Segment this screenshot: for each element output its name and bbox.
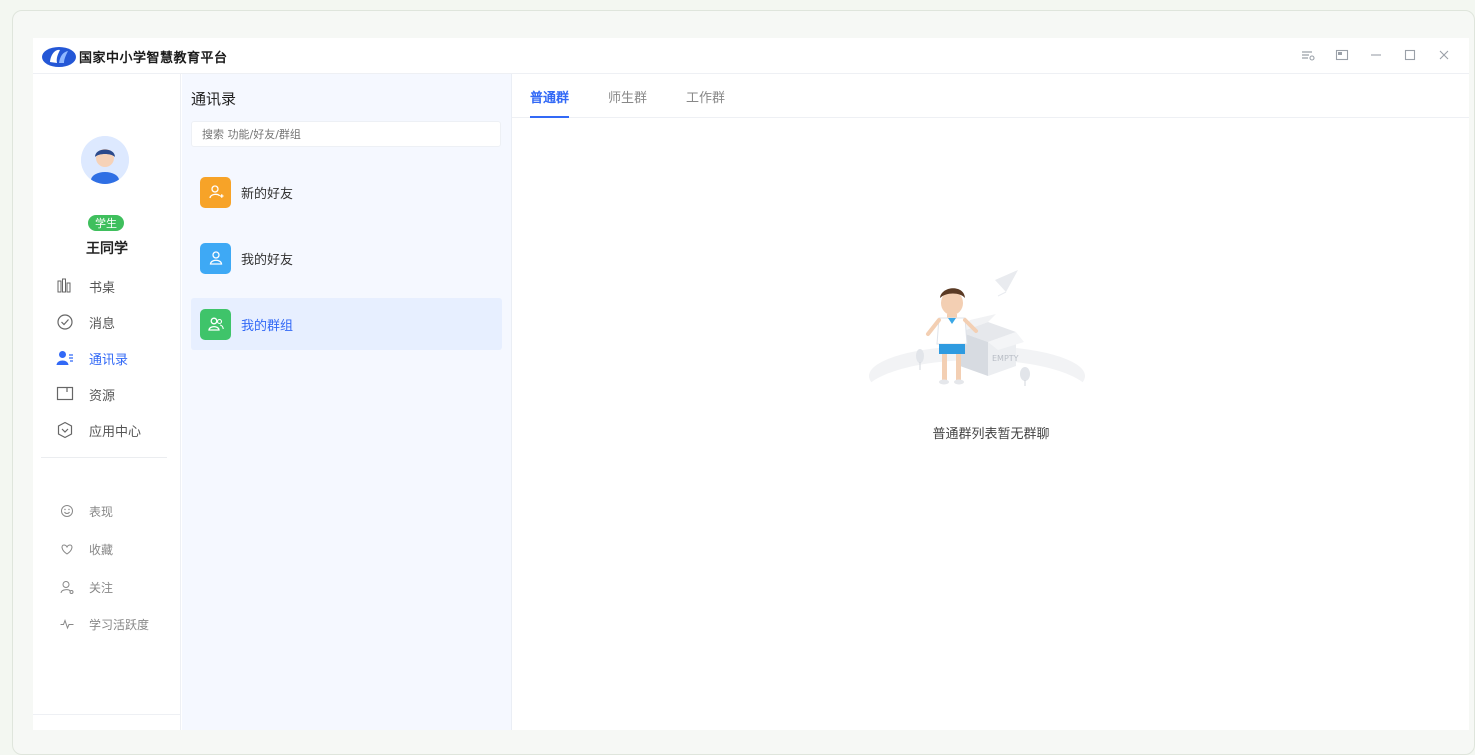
maximize-icon[interactable] [1401, 46, 1419, 64]
nav-label-activity: 学习活跃度 [89, 617, 150, 632]
empty-box-label: EMPTY [992, 354, 1019, 363]
window-controls [1299, 46, 1453, 64]
tab-work-groups[interactable]: 工作群 [686, 87, 725, 118]
close-icon[interactable] [1435, 46, 1453, 64]
contact-label-my-groups: 我的群组 [241, 318, 294, 334]
role-badge: 学生 [87, 214, 125, 232]
app-center-icon [55, 420, 75, 440]
settings-icon[interactable] [1299, 46, 1317, 64]
app-title: 国家中小学智慧教育平台 [79, 50, 228, 66]
add-friend-icon [200, 176, 231, 208]
nav-label-favorites: 收藏 [89, 542, 114, 557]
brand: 国家中小学智慧教育平台 [41, 42, 228, 70]
search-input[interactable] [191, 121, 501, 147]
nav-item-app-center[interactable]: 应用中心 [55, 418, 141, 442]
heart-icon [59, 541, 75, 557]
avatar[interactable] [81, 136, 129, 184]
app-window: 国家中小学智慧教育平台 学生 王同学 书桌 消息 通讯录 资源 应用中心 表现 … [33, 38, 1469, 730]
empty-state-illustration: EMPTY [869, 270, 1085, 404]
tab-teacher-student-groups[interactable]: 师生群 [608, 87, 647, 118]
platform-logo-icon [42, 47, 76, 67]
nav-item-contacts[interactable]: 通讯录 [55, 346, 128, 370]
nav-item-resources[interactable]: 资源 [55, 382, 115, 406]
nav-label-follow: 关注 [89, 580, 114, 595]
user-name: 王同学 [86, 241, 128, 257]
pip-icon[interactable] [1333, 46, 1351, 64]
nav-divider [41, 457, 167, 458]
contact-row-my-groups[interactable]: 我的群组 [191, 298, 502, 350]
nav-label-resources: 资源 [89, 388, 116, 404]
smile-icon [59, 503, 75, 519]
main-panel: 普通群 师生群 工作群 EMPTY 普通群列表暂无群聊 [512, 74, 1469, 730]
nav-item-performance[interactable]: 表现 [59, 500, 113, 522]
contacts-title: 通讯录 [191, 90, 237, 108]
message-check-icon [55, 312, 75, 332]
group-icon [200, 308, 231, 340]
empty-state-text: 普通群列表暂无群聊 [932, 427, 1050, 442]
collapse-button[interactable]: 收起 [33, 714, 181, 730]
contact-label-my-friends: 我的好友 [241, 252, 294, 268]
contact-label-new-friends: 新的好友 [241, 186, 294, 202]
nav-label-desk: 书桌 [89, 280, 116, 296]
nav-item-desk[interactable]: 书桌 [55, 274, 115, 298]
group-tabs: 普通群 师生群 工作群 [512, 74, 1469, 118]
follow-user-icon [59, 579, 75, 595]
bookshelf-icon [55, 276, 75, 296]
contact-row-my-friends[interactable]: 我的好友 [191, 232, 502, 284]
tab-normal-groups[interactable]: 普通群 [530, 87, 570, 118]
nav-item-follow[interactable]: 关注 [59, 576, 113, 598]
contacts-panel: 通讯录 新的好友 我的好友 我的群组 [182, 74, 512, 730]
activity-icon [59, 616, 75, 632]
friend-icon [200, 242, 231, 274]
title-bar: 国家中小学智慧教育平台 [33, 38, 1469, 74]
nav-label-app-center: 应用中心 [89, 424, 142, 440]
nav-item-messages[interactable]: 消息 [55, 310, 115, 334]
nav-label-messages: 消息 [89, 316, 116, 332]
avatar-icon [81, 136, 129, 184]
contacts-icon [55, 348, 75, 368]
left-nav: 学生 王同学 书桌 消息 通讯录 资源 应用中心 表现 收藏 关注 学习活跃度 [33, 74, 181, 730]
resource-icon [55, 384, 75, 404]
nav-label-performance: 表现 [89, 504, 114, 519]
nav-item-favorites[interactable]: 收藏 [59, 538, 113, 560]
nav-label-contacts: 通讯录 [89, 352, 129, 368]
nav-item-activity[interactable]: 学习活跃度 [59, 613, 149, 635]
minimize-icon[interactable] [1367, 46, 1385, 64]
contact-row-new-friends[interactable]: 新的好友 [191, 166, 502, 218]
